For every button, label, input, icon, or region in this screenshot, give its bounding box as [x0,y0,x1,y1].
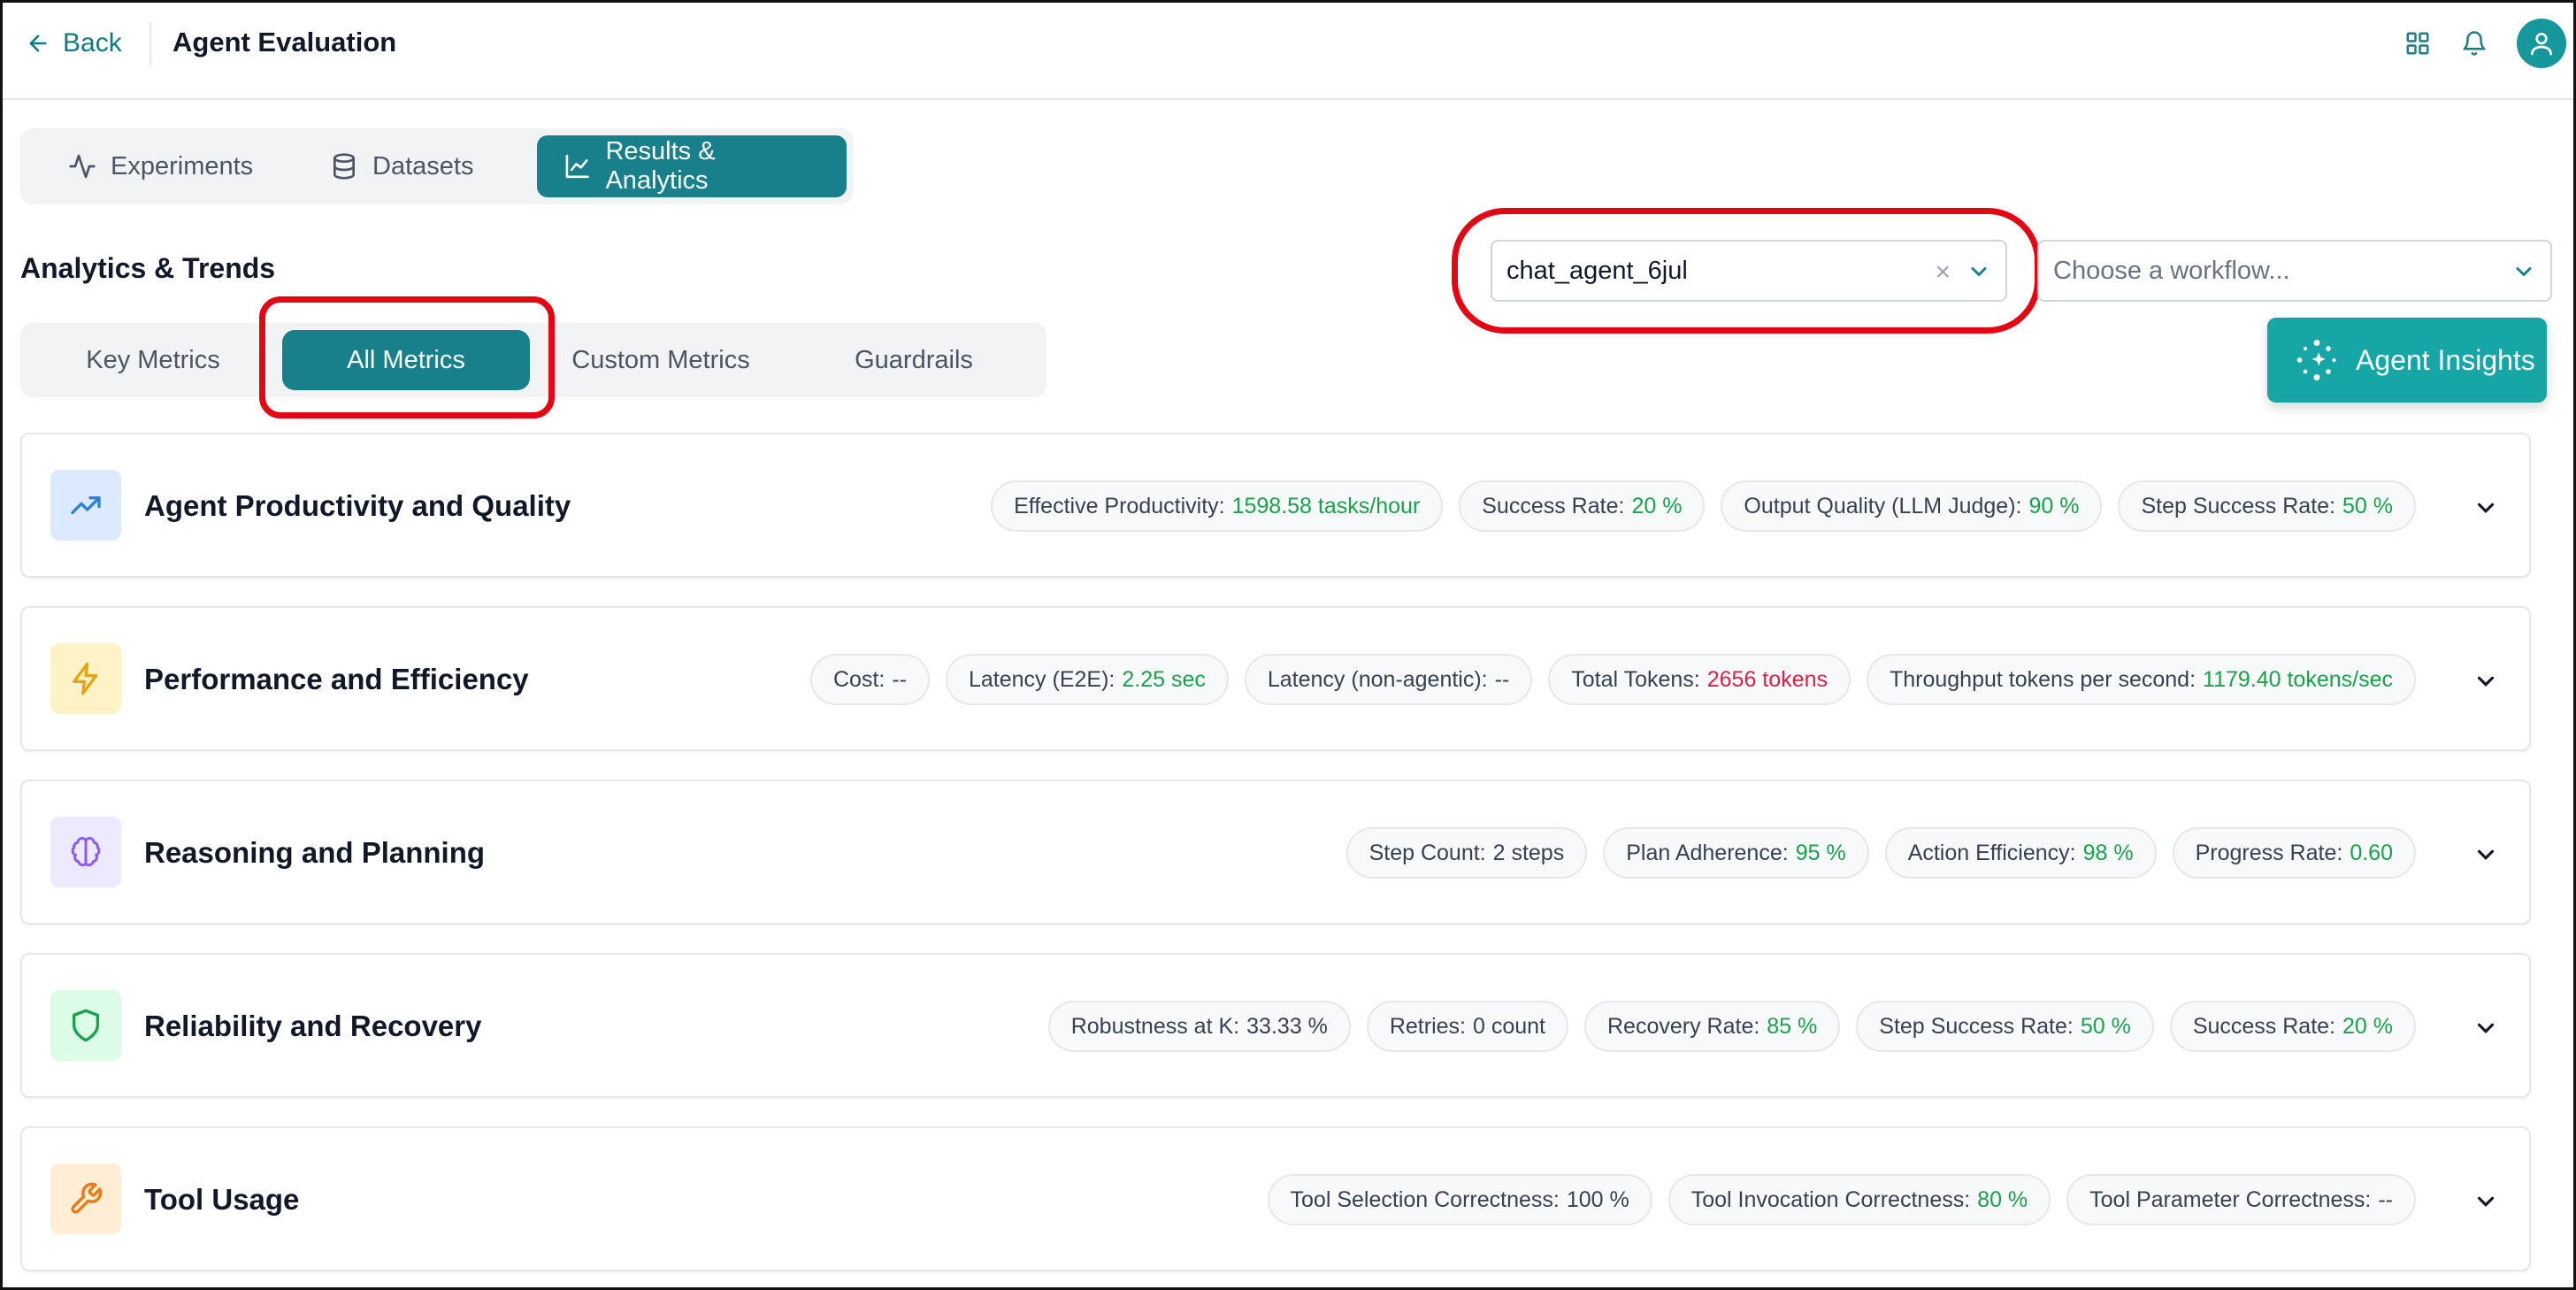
card-title: Performance and Efficiency [144,663,529,695]
chevron-down-icon[interactable] [2472,841,2499,868]
metric-chip: Robustness at K: 33.33 % [1047,1001,1351,1052]
metric-chip: Output Quality (LLM Judge): 90 % [1721,480,2103,532]
database-icon [334,153,355,180]
header-divider [150,22,151,65]
card-title: Tool Usage [144,1183,300,1216]
metric-chip: Tool Invocation Correctness: 80 % [1668,1174,2051,1225]
tab-guardrails[interactable]: Guardrails [790,330,1038,390]
metric-chip: Progress Rate: 0.60 [2172,827,2416,879]
tab-datasets-label: Datasets [372,151,474,180]
arrow-left-icon [29,35,47,52]
tab-experiments[interactable]: Experiments [42,135,280,197]
metric-chip: Step Count: 2 steps [1346,827,1588,879]
tab-datasets[interactable]: Datasets [303,135,500,197]
tab-custom-metrics[interactable]: Custom Metrics [537,330,785,390]
card-title: Reasoning and Planning [144,836,486,869]
metric-chip: Tool Selection Correctness: 100 % [1267,1174,1652,1225]
metric-chips: Tool Selection Correctness: 100 % Tool In… [1267,1174,2416,1225]
chevron-down-icon [2516,267,2532,277]
chevron-down-icon[interactable] [2472,1188,2499,1215]
tab-experiments-label: Experiments [111,151,254,180]
tab-key-metrics[interactable]: Key Metrics [29,330,277,390]
metric-card-reliability[interactable]: Reliability and Recovery Robustness at K… [20,953,2531,1098]
chevron-down-icon[interactable] [2472,495,2499,521]
activity-icon [69,154,96,179]
top-header: Back Agent Evaluation [3,3,2573,100]
grid-icon[interactable] [2402,27,2434,59]
back-button[interactable]: Back [26,26,122,61]
card-title: Reliability and Recovery [144,1010,482,1042]
metric-chip: Latency (non-agentic): -- [1244,654,1533,705]
clear-icon[interactable]: × [1935,257,1951,288]
metric-chip: Latency (E2E): 2.25 sec [945,654,1229,705]
tab-results-analytics[interactable]: Results & Analytics [537,135,847,197]
metric-chip: Total Tokens: 2656 tokens [1548,654,1851,705]
chevron-down-icon[interactable] [2472,668,2499,695]
user-avatar-icon[interactable] [2517,19,2566,68]
metric-chips: Effective Productivity: 1598.58 tasks/hou… [991,480,2416,532]
metric-card-productivity[interactable]: Agent Productivity and Quality Effective… [20,433,2531,578]
page-title: Agent Evaluation [172,27,397,58]
chevron-down-icon[interactable] [2472,1015,2499,1041]
agent-select[interactable]: chat_agent_6jul × [1491,240,2007,302]
agent-insights-label: Agent Insights [2356,343,2535,376]
metric-chip: Step Success Rate: 50 % [1856,1001,2154,1052]
wrench-icon [50,1163,121,1234]
bell-icon[interactable] [2458,27,2490,59]
metric-chips: Cost: -- Latency (E2E): 2.25 sec Latency (… [809,654,2416,705]
card-title: Agent Productivity and Quality [144,489,571,522]
sparkle-spinner-icon [2296,340,2336,380]
metric-chip: Step Success Rate: 50 % [2118,480,2416,532]
chevron-down-icon[interactable] [1966,259,1991,284]
metric-card-reasoning[interactable]: Reasoning and Planning Step Count: 2 step… [20,779,2531,925]
agent-select-value: chat_agent_6jul [1506,256,1688,285]
metric-card-performance[interactable]: Performance and Efficiency Cost: -- Laten… [20,606,2531,751]
agent-insights-button[interactable]: Agent Insights [2267,318,2547,403]
metric-card-tool-usage[interactable]: Tool Usage Tool Selection Correctness: 10… [20,1126,2531,1271]
brain-icon [50,817,121,887]
metric-chips: Step Count: 2 steps Plan Adherence: 95 % A… [1346,827,2416,879]
shield-icon [50,990,121,1061]
metric-chip: Success Rate: 20 % [2169,1001,2416,1052]
workflow-select[interactable]: Choose a workflow... [2037,240,2552,302]
annotation-highlight-all-metrics [259,296,555,418]
metric-chips: Robustness at K: 33.33 % Retries: 0 count … [1047,1001,2416,1052]
main-tab-bar: Experiments Datasets Results & Analytics [20,128,854,204]
metric-chip: Effective Productivity: 1598.58 tasks/hou… [991,480,1444,532]
chart-line-icon [565,154,589,179]
metric-chip: Tool Parameter Correctness: -- [2066,1174,2416,1225]
workflow-select-placeholder: Choose a workflow... [2053,256,2290,285]
metric-chip: Action Efficiency: 98 % [1884,827,2157,879]
metric-chip: Throughput tokens per second: 1179.40 tok… [1866,654,2416,705]
lightning-icon [50,643,121,714]
back-label: Back [63,28,122,58]
section-title: Analytics & Trends [20,252,276,284]
trending-up-icon [50,470,121,541]
tab-results-label: Results & Analytics [605,137,716,195]
metric-chip: Success Rate: 20 % [1459,480,1706,532]
metric-chip: Cost: -- [809,654,930,705]
metric-chip: Retries: 0 count [1366,1001,1568,1052]
metric-chip: Plan Adherence: 95 % [1603,827,1869,879]
metric-chip: Recovery Rate: 85 % [1584,1001,1841,1052]
